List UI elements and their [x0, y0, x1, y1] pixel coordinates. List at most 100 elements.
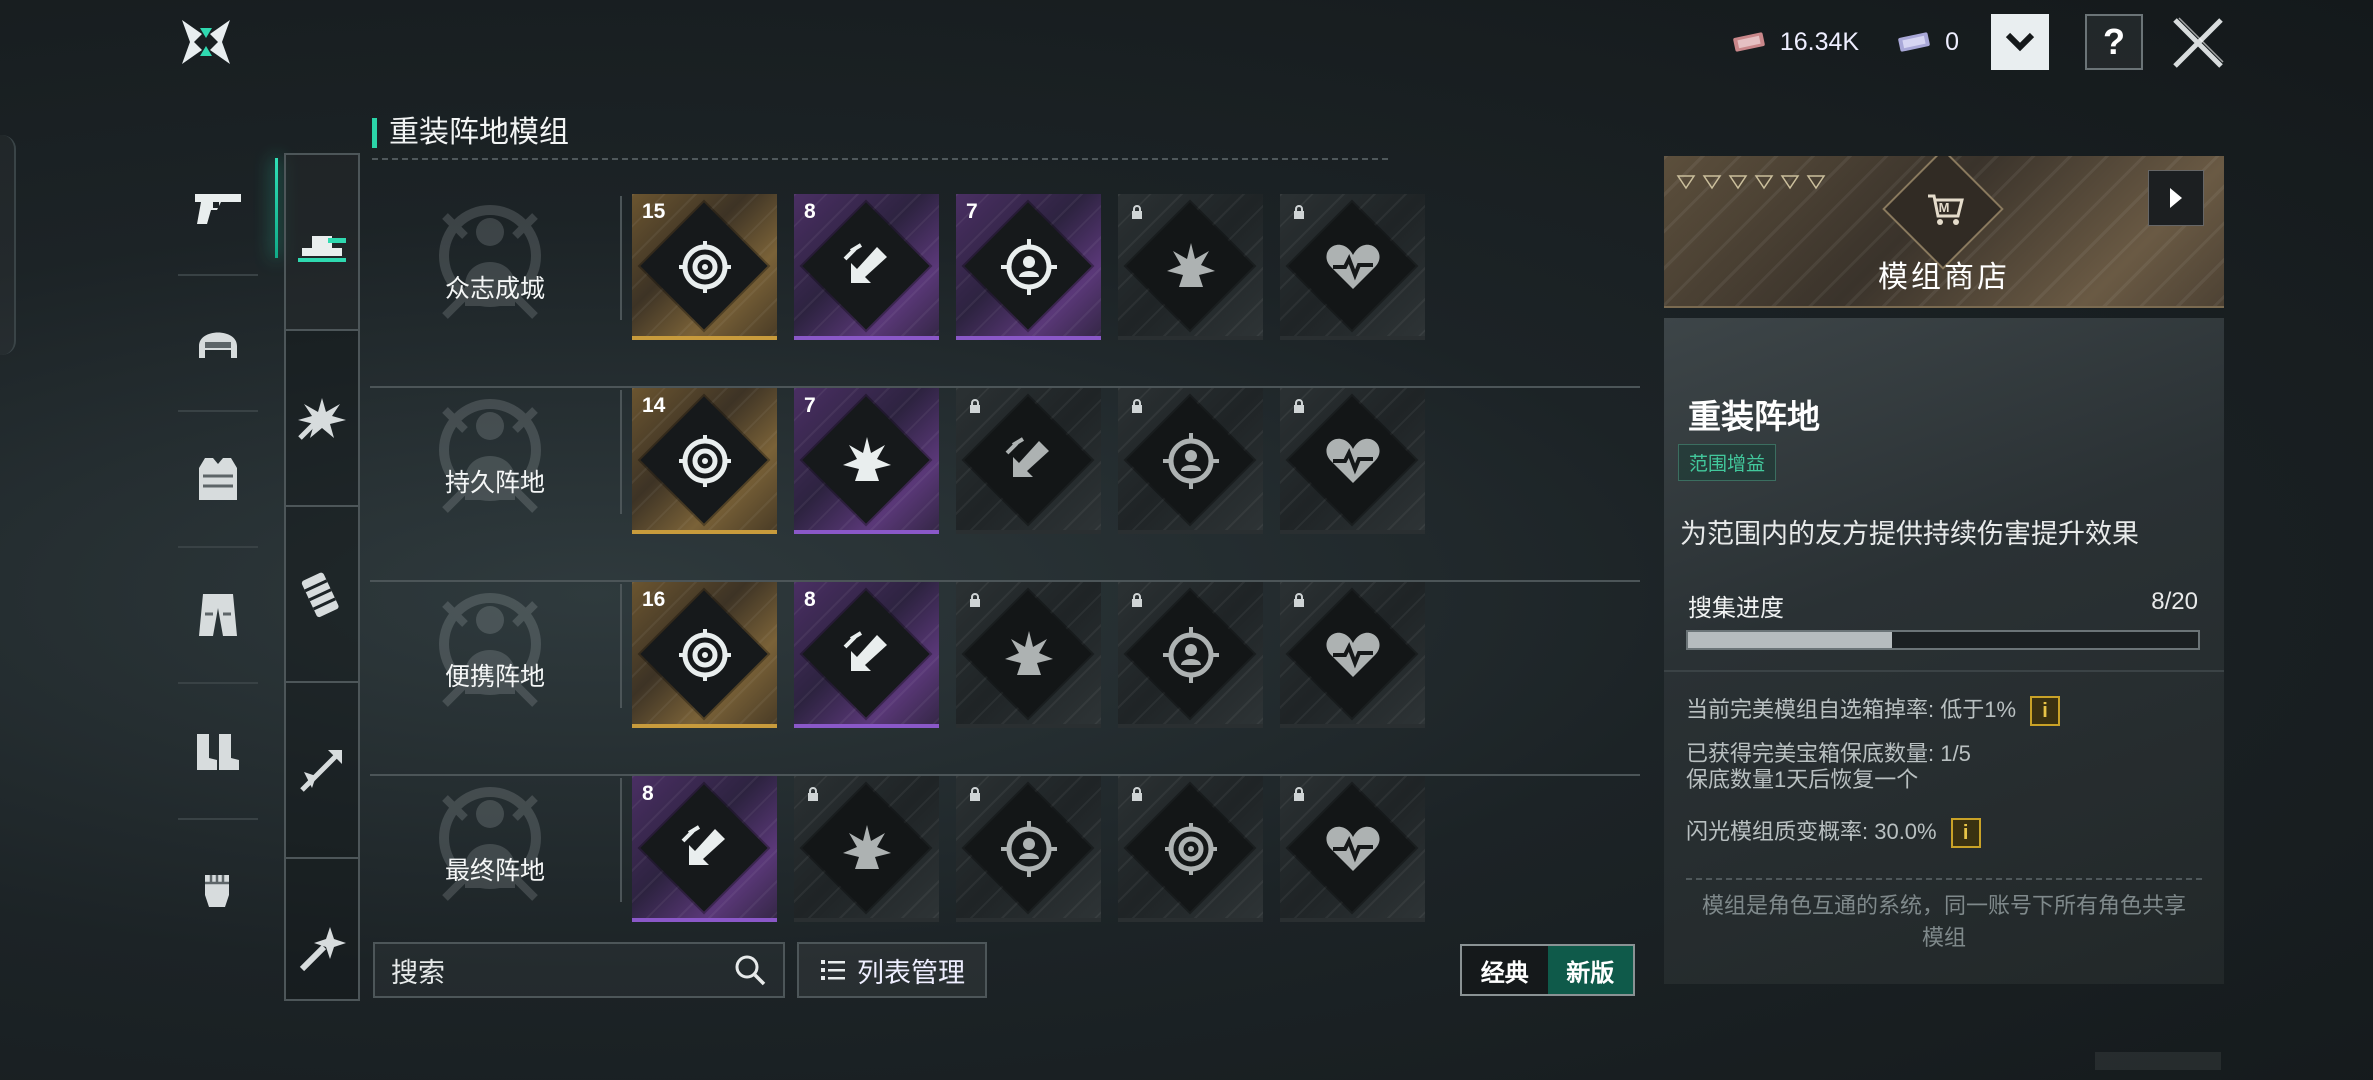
row-label-block: 最终阵地 [370, 776, 620, 926]
section-divider [372, 158, 1388, 160]
module-count: 14 [642, 394, 666, 417]
card-icon [1898, 32, 1930, 52]
tab-turret[interactable] [286, 155, 358, 331]
module-slot[interactable]: 7 [794, 388, 939, 534]
tab-explosion[interactable] [286, 331, 358, 507]
heart-icon [1326, 826, 1380, 871]
detail-divider [1664, 670, 2224, 672]
row-emblem-icon [439, 787, 541, 901]
module-slot[interactable]: 8 [794, 194, 939, 340]
module-count: 16 [642, 588, 666, 611]
module-slot[interactable]: 14 [632, 388, 777, 534]
module-count: 8 [804, 200, 816, 223]
search-input[interactable]: 搜索 [373, 942, 785, 998]
module-slots: 14 7 [632, 388, 1425, 534]
toggle-new[interactable]: 新版 [1547, 946, 1633, 994]
rail-item-vest[interactable] [178, 412, 258, 548]
module-slot[interactable] [1280, 776, 1425, 922]
lock-icon [1132, 205, 1142, 219]
lock-icon [970, 593, 980, 607]
chevron-down-icon [2005, 32, 2035, 52]
lock-icon [1132, 593, 1142, 607]
currency-card: 0 [1897, 28, 1959, 57]
lock-icon [1294, 399, 1304, 413]
pistol-icon [195, 194, 241, 224]
section-title: 重装阵地模组 [372, 118, 569, 148]
explosion-icon [298, 398, 346, 440]
currency-ticket: 16.34K [1732, 28, 1859, 57]
module-slot[interactable] [956, 776, 1101, 922]
lock-icon [808, 787, 818, 801]
row-label-block: 便携阵地 [370, 582, 620, 732]
crosshair-person-icon [1001, 239, 1057, 295]
module-slot[interactable] [956, 388, 1101, 534]
flash-rate-info: 闪光模组质变概率: 30.0% i [1686, 818, 1981, 848]
list-manage-button[interactable]: 列表管理 [797, 942, 987, 998]
boots-icon [197, 734, 239, 770]
module-slot[interactable] [1280, 194, 1425, 340]
row-emblem-icon [439, 399, 541, 513]
close-icon[interactable] [2169, 14, 2227, 72]
drop-rate-info-button[interactable]: i [2030, 696, 2061, 726]
row-emblem-icon [439, 593, 541, 707]
drop-rate-info: 当前完美模组自选箱掉率: 低于1% i [1686, 696, 2061, 726]
toggle-classic[interactable]: 经典 [1462, 946, 1548, 994]
help-button[interactable]: ? [2085, 14, 2143, 70]
module-detail-panel: 重装阵地 范围增益 为范围内的友方提供持续伤害提升效果 搜集进度 8/20 当前… [1664, 318, 2224, 984]
module-slot[interactable] [794, 776, 939, 922]
module-slot[interactable] [1280, 582, 1425, 728]
glove-icon [205, 875, 229, 907]
flash-rate-info-button[interactable]: i [1950, 818, 1981, 848]
dropdown-button[interactable] [1991, 14, 2049, 70]
collect-progress-bar [1686, 630, 2200, 650]
top-bar: 16.34K 0 ? [1732, 14, 2143, 70]
module-slot[interactable]: 7 [956, 194, 1101, 340]
chevron-right-icon [2170, 188, 2182, 208]
module-slot[interactable]: 8 [632, 776, 777, 922]
side-drawer-handle[interactable] [0, 135, 16, 355]
heart-icon [1326, 632, 1380, 677]
module-slot[interactable] [956, 582, 1101, 728]
crosshair-person-icon [1001, 821, 1057, 877]
module-row: 最终阵地 8 [370, 776, 1640, 970]
helmet-icon [199, 332, 237, 358]
rail-item-pants[interactable] [178, 548, 258, 684]
module-shop-banner[interactable]: M 模组商店 [1664, 156, 2224, 308]
rail-item-glove[interactable] [178, 820, 258, 956]
tab-ammo[interactable] [286, 507, 358, 683]
crosshair-person-icon [1163, 627, 1219, 683]
boost-icon [843, 631, 887, 671]
boost-icon [1005, 437, 1049, 477]
tab-sparkle[interactable] [286, 859, 358, 1035]
note-divider [1686, 878, 2202, 880]
module-slots: 15 8 7 [632, 194, 1425, 340]
rail-item-boots[interactable] [178, 684, 258, 820]
list-manage-label: 列表管理 [857, 957, 965, 988]
row-emblem-icon [439, 205, 541, 319]
module-slot[interactable] [1280, 388, 1425, 534]
lock-icon [1294, 205, 1304, 219]
explosion-icon [843, 437, 891, 481]
module-slot[interactable]: 15 [632, 194, 777, 340]
rank-badges-icon [1676, 175, 1826, 190]
explosion-icon [1005, 631, 1053, 675]
lock-icon [1294, 787, 1304, 801]
currency-card-value: 0 [1945, 27, 1959, 56]
module-count: 15 [642, 200, 666, 223]
detail-title: 重装阵地 [1688, 398, 1820, 435]
module-count: 8 [642, 782, 654, 805]
module-slot[interactable] [1118, 582, 1263, 728]
module-slot[interactable] [1118, 194, 1263, 340]
module-slot[interactable] [1118, 388, 1263, 534]
module-slot[interactable] [1118, 776, 1263, 922]
module-slot[interactable]: 16 [632, 582, 777, 728]
rail-item-helmet[interactable] [178, 276, 258, 412]
ticket-icon [1733, 32, 1765, 52]
module-slot[interactable]: 8 [794, 582, 939, 728]
tab-arrow-burst[interactable] [286, 683, 358, 859]
shop-enter-button[interactable] [2148, 170, 2204, 226]
module-count: 7 [804, 394, 816, 417]
rail-item-weapon[interactable] [178, 140, 278, 276]
row-label: 最终阵地 [444, 857, 545, 885]
heart-icon [1326, 438, 1380, 483]
